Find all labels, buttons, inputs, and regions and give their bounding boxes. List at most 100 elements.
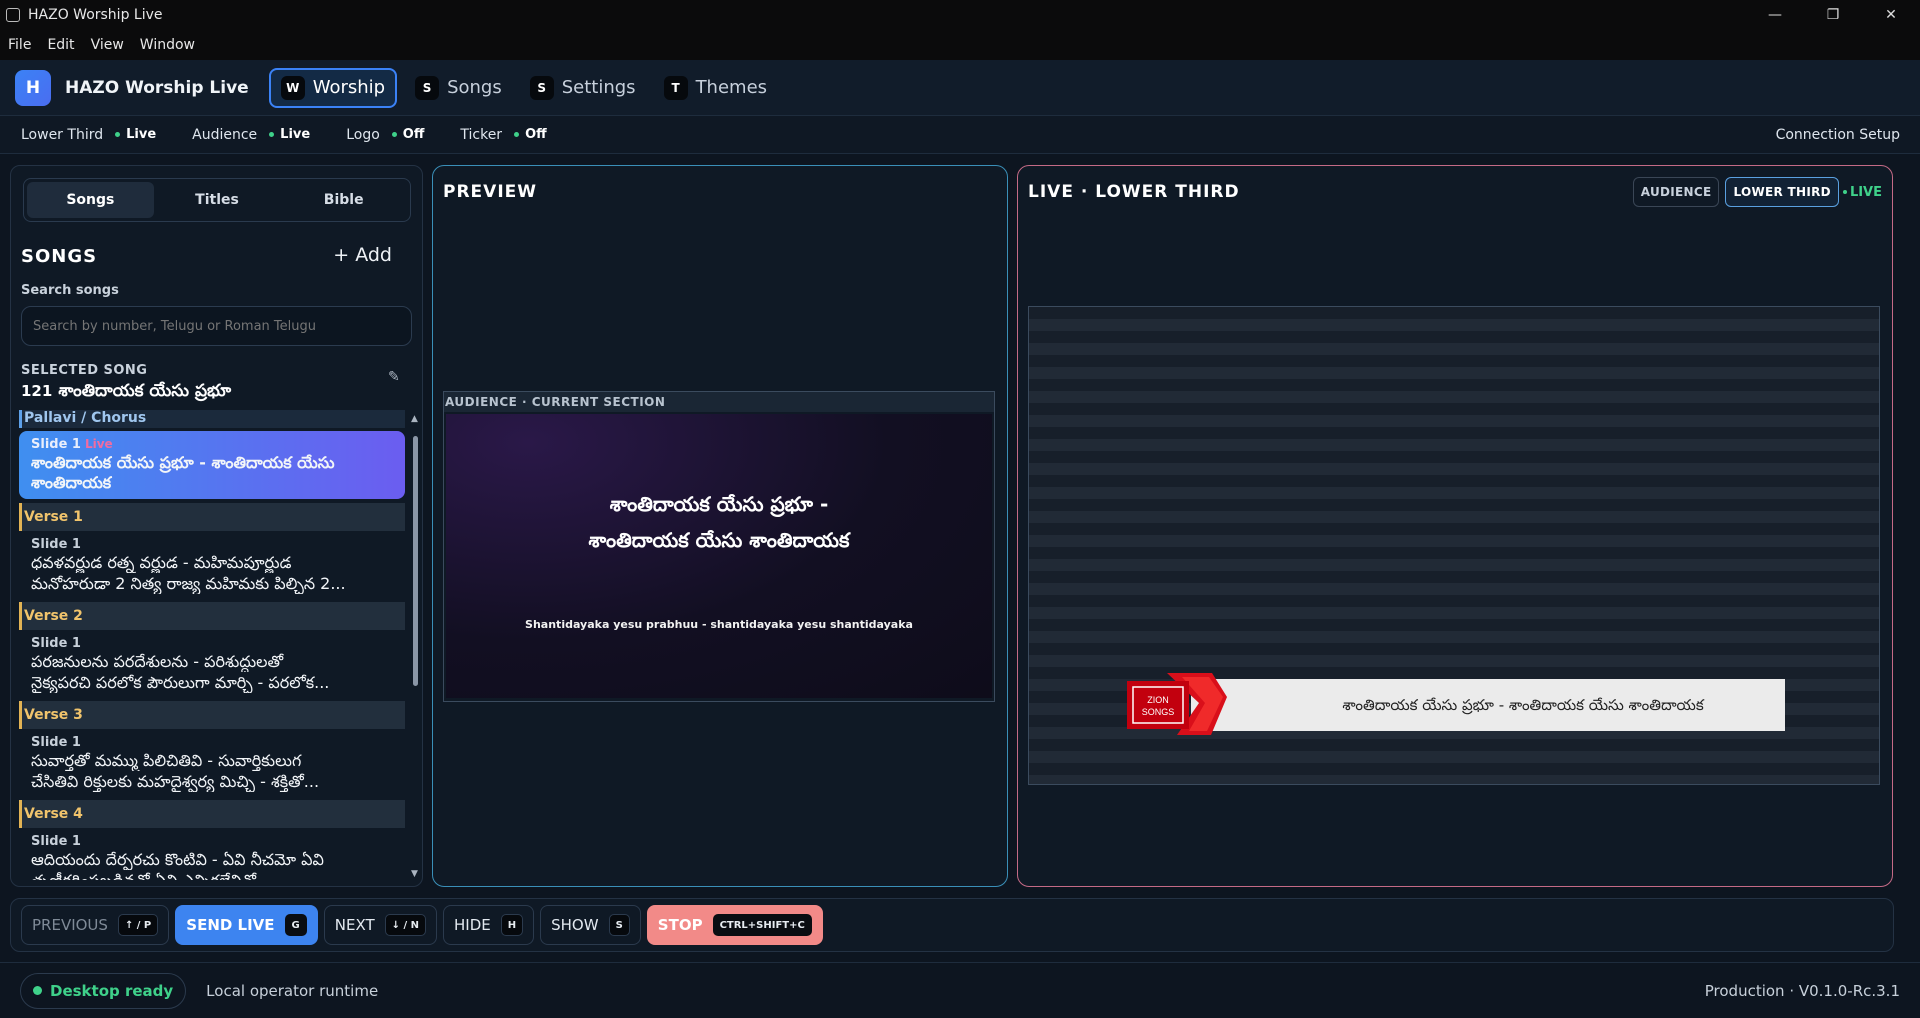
connection-setup-link[interactable]: Connection Setup	[1776, 127, 1900, 143]
preview-heading: PREVIEW	[443, 182, 538, 202]
tab-key: S	[415, 75, 440, 100]
live-badge: Live	[84, 437, 113, 451]
slide-text-line: తృణీకరింపబడినవో ఏవి ఎన్నికలేనివో...	[31, 871, 393, 880]
tab-label: Settings	[561, 77, 636, 98]
menu-file[interactable]: File	[8, 37, 31, 53]
slide-item-live[interactable]: Slide 1 Live శాంతిదాయక యేసు ప్రభూ - శాంతి…	[19, 431, 405, 499]
segment-bible[interactable]: Bible	[280, 182, 407, 218]
tab-settings[interactable]: S Settings	[520, 68, 646, 108]
add-song-button[interactable]: + Add	[333, 244, 392, 266]
menu-window[interactable]: Window	[140, 37, 195, 53]
menu-edit[interactable]: Edit	[47, 37, 74, 53]
version-label: Production · V0.1.0-Rc.3.1	[1704, 981, 1900, 1000]
status-dot	[269, 132, 275, 137]
slide-text: శాంతిదాయక యేసు ప్రభూ - శాంతిదాయక యేసు శా…	[31, 453, 335, 492]
status-label: Logo	[346, 126, 380, 143]
status-ticker[interactable]: Ticker Off	[460, 127, 546, 143]
audience-lyrics: శాంతిదాయక యేసు ప్రభూ - శాంతిదాయక యేసు శా…	[446, 486, 992, 558]
status-audience[interactable]: Audience Live	[192, 127, 310, 143]
scroll-down-icon[interactable]: ▼	[411, 869, 418, 879]
live-output-tabs: AUDIENCE LOWER THIRD LIVE	[1627, 177, 1882, 207]
shortcut-key: S	[608, 914, 630, 936]
section-header: Verse 2	[19, 602, 405, 630]
tab-audience-output[interactable]: AUDIENCE	[1632, 177, 1720, 207]
slide-label: Slide 1	[31, 834, 81, 849]
live-heading: LIVE · LOWER THIRD	[1028, 182, 1240, 202]
window-title: HAZO Worship Live	[28, 7, 163, 23]
tab-songs[interactable]: S Songs	[405, 68, 512, 108]
window-controls: — ❐ ✕	[1746, 0, 1920, 30]
tab-label: Worship	[312, 77, 386, 98]
slide-number: Slide 1	[31, 437, 81, 452]
live-indicator: LIVE	[1842, 185, 1882, 200]
status-logo[interactable]: Logo Off	[346, 127, 424, 143]
status-label: Lower Third	[21, 126, 104, 143]
brand-title: HAZO Worship Live	[65, 77, 249, 98]
next-button[interactable]: NEXT ↓ / N	[323, 905, 438, 945]
shortcut-key: ↓ / N	[384, 914, 427, 936]
tab-key: T	[663, 75, 688, 100]
edit-pencil-icon[interactable]: ✎	[388, 369, 400, 385]
hide-button[interactable]: HIDE H	[443, 905, 535, 945]
slide-item[interactable]: Slide 1 సువార్తతో మమ్ము పిలిచితివి - సువ…	[19, 729, 405, 800]
segment-songs[interactable]: Songs	[27, 182, 154, 218]
slide-text-line: ఆదియందు దేర్పరచు కొంటివి - ఏవి నీచమో ఏవి	[31, 850, 324, 869]
shortcut-key: ↑ / P	[117, 914, 159, 936]
stop-button[interactable]: STOP CTRL+SHIFT+C	[646, 905, 823, 945]
send-live-button[interactable]: SEND LIVE G	[175, 905, 318, 945]
tab-themes[interactable]: T Themes	[654, 68, 777, 108]
status-value: Live	[280, 127, 311, 142]
slide-item[interactable]: Slide 1 పరజనులను పరదేశులను - పరిశుద్ధులత…	[19, 630, 405, 701]
slide-text-line: చేసితివి రిక్తులకు మహదైశ్వర్య మిచ్చి - శ…	[31, 772, 320, 791]
button-label: SHOW	[551, 916, 599, 934]
tab-lower-third-output[interactable]: LOWER THIRD	[1725, 177, 1839, 207]
slide-label: Slide 1	[31, 636, 81, 651]
live-dot	[1842, 190, 1847, 194]
library-segments: Songs Titles Bible	[23, 178, 411, 222]
menu-view[interactable]: View	[91, 37, 124, 53]
slide-list: Pallavi / Chorus Slide 1 Live శాంతిదాయక య…	[19, 410, 405, 880]
tab-label: Songs	[447, 77, 502, 98]
preview-panel: PREVIEW AUDIENCE · CURRENT SECTION శాంతి…	[432, 165, 1008, 887]
window-titlebar: HAZO Worship Live — ❐ ✕	[0, 0, 1920, 30]
button-label: STOP	[657, 916, 703, 934]
search-input[interactable]	[21, 306, 412, 346]
show-button[interactable]: SHOW S	[540, 905, 641, 945]
minimize-icon[interactable]: —	[1746, 0, 1804, 30]
slide-list-scrollbar[interactable]: ▲ ▼	[411, 414, 420, 880]
status-lower-third[interactable]: Lower Third Live	[21, 127, 156, 143]
shortcut-key: G	[284, 914, 307, 936]
logo-text-line2: SONGS	[1142, 707, 1175, 717]
app-header: H HAZO Worship Live W Worship S Songs S …	[0, 60, 1920, 116]
button-label: SEND LIVE	[186, 916, 275, 934]
previous-button[interactable]: PREVIOUS ↑ / P	[21, 905, 170, 945]
restore-icon[interactable]: ❐	[1804, 0, 1862, 30]
slide-label: Slide 1 Live	[31, 437, 393, 452]
search-label: Search songs	[21, 283, 119, 298]
status-label: Ticker	[460, 126, 503, 143]
song-title: శాంతిదాయక యేసు ప్రభూ	[58, 381, 232, 401]
button-label: HIDE	[454, 916, 491, 934]
audience-transliteration: Shantidayaka yesu prabhuu - shantidayaka…	[525, 618, 913, 631]
ready-dot	[33, 986, 42, 995]
segment-titles[interactable]: Titles	[154, 182, 281, 218]
slide-item[interactable]: Slide 1 ధవళవర్ణుడ రత్న వర్ణుడ - మహిమపూర్…	[19, 531, 405, 602]
tab-worship[interactable]: W Worship	[268, 67, 398, 108]
tab-key: W	[280, 75, 305, 100]
slide-text-line: పరజనులను పరదేశులను - పరిశుద్ధులతో	[31, 652, 284, 671]
audience-screen: శాంతిదాయక యేసు ప్రభూ - శాంతిదాయక యేసు శా…	[446, 414, 992, 698]
section-header: Verse 4	[19, 800, 405, 828]
song-number: 121	[21, 382, 53, 400]
scroll-up-icon[interactable]: ▲	[411, 414, 418, 424]
status-value: Off	[402, 127, 425, 142]
status-value: Off	[525, 127, 547, 142]
button-label: NEXT	[334, 916, 375, 934]
desktop-ready-badge: Desktop ready	[20, 972, 187, 1009]
section-header: Verse 3	[19, 701, 405, 729]
menu-bar: File Edit View Window	[0, 30, 1920, 60]
slide-item[interactable]: Slide 1 ఆదియందు దేర్పరచు కొంటివి - ఏవి న…	[19, 828, 405, 880]
audience-preview: AUDIENCE · CURRENT SECTION శాంతిదాయక యేస…	[443, 391, 995, 702]
scroll-thumb[interactable]	[413, 436, 418, 686]
slide-text-line: ధవళవర్ణుడ రత్న వర్ణుడ - మహిమపూర్ణుడ	[31, 553, 292, 572]
close-icon[interactable]: ✕	[1862, 0, 1920, 30]
